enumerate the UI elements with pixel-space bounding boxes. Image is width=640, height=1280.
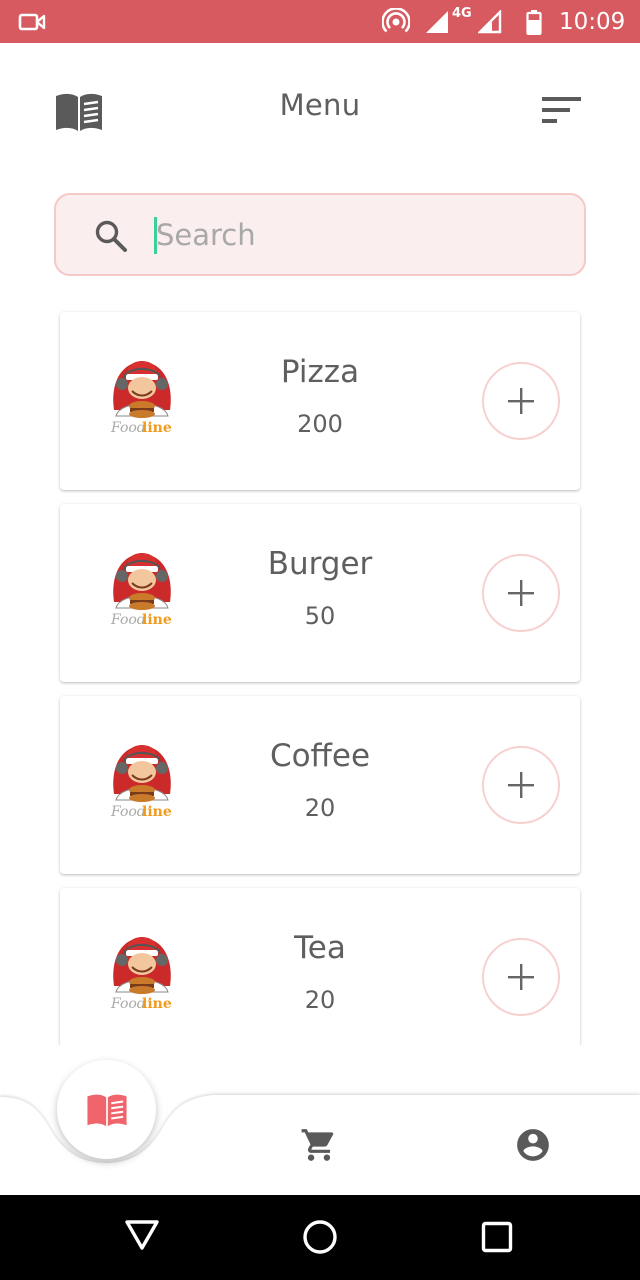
menu-card[interactable]: Food line Pizza 200 [60,312,580,490]
page-title: Menu [279,88,361,122]
search-icon [94,219,128,257]
status-bar: 4G 10:09 [0,0,640,43]
add-to-cart-button[interactable] [482,362,560,440]
hotspot-icon [382,0,410,43]
menu-book-icon [86,1094,127,1126]
battery-icon [526,0,542,43]
menu-card[interactable]: Food line Coffee 20 [60,696,580,874]
item-price: 20 [304,794,336,822]
item-name: Coffee [269,738,371,774]
svg-text:Food: Food [110,804,146,820]
svg-text:line: line [142,996,172,1012]
item-name: Pizza [280,354,360,390]
menu-list[interactable]: Food line Pizza 200 Food line Burger 50 [0,300,640,1045]
menu-card[interactable]: Food line Tea 20 [60,888,580,1045]
add-to-cart-button[interactable] [482,746,560,824]
network-type: 4G [452,6,472,21]
svg-text:Food: Food [110,996,146,1012]
back-icon[interactable] [124,1219,160,1255]
item-name: Tea [294,930,346,966]
foodline-logo: Food line [110,937,172,1012]
item-price: 20 [304,986,336,1014]
svg-text:line: line [142,420,172,436]
search-bar[interactable] [54,193,586,276]
cart-icon[interactable] [300,1126,338,1168]
sort-icon[interactable] [542,97,582,129]
svg-text:Food: Food [110,420,146,436]
recents-icon[interactable] [481,1221,513,1257]
foodline-logo: Food line [110,361,172,436]
item-price: 200 [297,410,343,438]
plus-icon [508,772,534,798]
foodline-logo: Food line [110,745,172,820]
menu-card[interactable]: Food line Burger 50 [60,504,580,682]
svg-text:line: line [142,612,172,628]
foodline-logo: Food line [110,553,172,628]
plus-icon [508,964,534,990]
home-icon[interactable] [302,1219,338,1259]
video-camera-icon [18,0,46,43]
menu-book-nav-button[interactable] [57,1060,156,1159]
plus-icon [508,580,534,606]
add-to-cart-button[interactable] [482,554,560,632]
svg-text:line: line [142,804,172,820]
add-to-cart-button[interactable] [482,938,560,1016]
signal-icon [424,0,450,43]
clock: 10:09 [559,8,626,35]
svg-text:Food: Food [110,612,146,628]
item-price: 50 [304,602,336,630]
account-icon[interactable] [514,1126,552,1168]
plus-icon [508,388,534,414]
item-name: Burger [267,546,373,582]
system-navigation-bar [0,1195,640,1280]
book-icon[interactable] [54,92,104,136]
signal-icon [478,0,502,43]
search-input[interactable] [156,213,556,257]
